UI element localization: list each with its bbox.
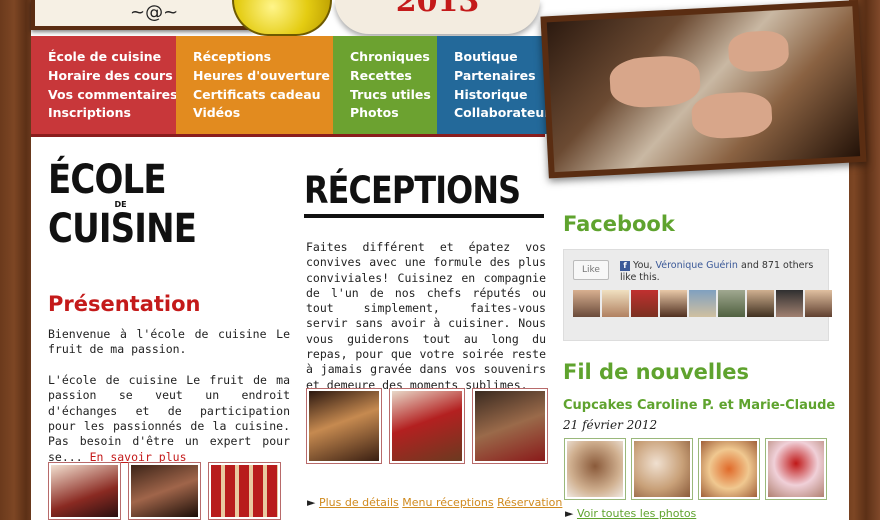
news-photo-1[interactable] bbox=[564, 438, 626, 500]
bullet-arrow-icon: ► bbox=[565, 507, 574, 520]
receptions-thumb-3[interactable] bbox=[472, 388, 548, 464]
news-item-date: 21 février 2012 bbox=[563, 418, 658, 432]
plus-de-details-link[interactable]: Plus de détails bbox=[319, 496, 399, 509]
news-photo-thumbnails bbox=[564, 438, 827, 500]
year-badge: 2013 bbox=[335, 0, 540, 34]
receptions-thumb-2[interactable] bbox=[389, 388, 465, 464]
facebook-avatars bbox=[573, 290, 832, 317]
facebook-icon: f bbox=[620, 260, 630, 271]
nav-chroniques[interactable]: Chroniques bbox=[350, 48, 437, 67]
hand-shape bbox=[727, 29, 790, 73]
receptions-logo[interactable]: RÉCEPTIONS bbox=[304, 168, 546, 218]
nav-inscriptions[interactable]: Inscriptions bbox=[48, 104, 176, 123]
nav-collaborateurs[interactable]: Collaborateurs bbox=[454, 104, 558, 123]
menu-receptions-link[interactable]: Menu réceptions bbox=[402, 496, 493, 509]
logo-ecole-text: ÉCOLE bbox=[48, 157, 167, 203]
receptions-logo-text: RÉCEPTIONS bbox=[304, 169, 521, 212]
nav-partenaires[interactable]: Partenaires bbox=[454, 67, 547, 86]
avatar[interactable] bbox=[689, 290, 716, 317]
nav-heures-ouverture[interactable]: Heures d'ouverture bbox=[193, 67, 333, 86]
main-navigation: École de cuisine Horaire des cours Vos c… bbox=[31, 36, 558, 134]
presentation-para-2: L'école de cuisine Le fruit de ma passio… bbox=[48, 373, 290, 465]
news-feed-heading: Fil de nouvelles bbox=[563, 360, 750, 384]
news-photo-4[interactable] bbox=[765, 438, 827, 500]
nav-boutique[interactable]: Boutique bbox=[454, 48, 547, 67]
receptions-thumb-1[interactable] bbox=[306, 388, 382, 464]
nav-historique[interactable]: Historique bbox=[454, 86, 547, 105]
bullet-arrow-icon: ► bbox=[307, 496, 316, 509]
avatar[interactable] bbox=[660, 290, 687, 317]
hand-shape bbox=[608, 54, 702, 110]
logo-sign[interactable]: ~@~ bbox=[31, 0, 254, 30]
ecole-thumb-1[interactable] bbox=[48, 462, 121, 520]
header-cooking-photo bbox=[540, 0, 867, 179]
presentation-text: Bienvenue à l'école de cuisine Le fruit … bbox=[48, 327, 290, 465]
news-photo-2[interactable] bbox=[631, 438, 693, 500]
avatar[interactable] bbox=[747, 290, 774, 317]
avatar[interactable] bbox=[718, 290, 745, 317]
facebook-like-summary: f You, Véronique Guérin and 871 others l… bbox=[620, 260, 820, 284]
presentation-para-1: Bienvenue à l'école de cuisine Le fruit … bbox=[48, 327, 290, 357]
nav-photos[interactable]: Photos bbox=[350, 104, 437, 123]
nav-receptions[interactable]: Réceptions bbox=[193, 48, 333, 67]
swirl-ornament-icon: ~@~ bbox=[130, 2, 179, 23]
all-photos-link-row: ► Voir toutes les photos bbox=[565, 507, 696, 520]
nav-vos-commentaires[interactable]: Vos commentaires bbox=[48, 86, 178, 105]
ecole-de-cuisine-logo[interactable]: ÉCOLE DE CUISINE bbox=[48, 160, 198, 249]
nav-column-3: Chroniques Recettes Trucs utiles Photos bbox=[333, 36, 437, 134]
avatar[interactable] bbox=[805, 290, 832, 317]
liker-name-link[interactable]: Véronique Guérin bbox=[655, 260, 738, 271]
nav-certificats-cadeau[interactable]: Certificats cadeau bbox=[193, 86, 333, 105]
nav-bottom-border bbox=[31, 134, 545, 137]
nav-column-1: École de cuisine Horaire des cours Vos c… bbox=[31, 36, 178, 134]
news-item-title-link[interactable]: Cupcakes Caroline P. et Marie-Claude bbox=[563, 398, 835, 413]
ecole-thumb-2[interactable] bbox=[128, 462, 201, 520]
hand-shape bbox=[690, 90, 773, 140]
avatar[interactable] bbox=[602, 290, 629, 317]
receptions-thumbnails bbox=[306, 388, 548, 464]
year-text: 2013 bbox=[395, 0, 480, 19]
receptions-logo-underline bbox=[304, 214, 544, 218]
ecole-thumbnails bbox=[48, 462, 281, 520]
nav-videos[interactable]: Vidéos bbox=[193, 104, 333, 123]
nav-trucs-utiles[interactable]: Trucs utiles bbox=[350, 86, 437, 105]
avatar[interactable] bbox=[573, 290, 600, 317]
cooking-hands-image bbox=[546, 6, 861, 173]
nav-horaire-des-cours[interactable]: Horaire des cours bbox=[48, 67, 176, 86]
nav-column-2: Réceptions Heures d'ouverture Certificat… bbox=[176, 36, 333, 134]
like-prefix: You, bbox=[633, 260, 653, 271]
avatar[interactable] bbox=[631, 290, 658, 317]
nav-recettes[interactable]: Recettes bbox=[350, 67, 437, 86]
facebook-like-box: Like f You, Véronique Guérin and 871 oth… bbox=[563, 249, 832, 341]
ecole-thumb-3[interactable] bbox=[208, 462, 281, 520]
logo-cuisine-text: CUISINE bbox=[48, 206, 197, 252]
voir-toutes-les-photos-link[interactable]: Voir toutes les photos bbox=[577, 507, 696, 520]
receptions-text: Faites différent et épatez vos convives … bbox=[306, 240, 546, 392]
news-photo-3[interactable] bbox=[698, 438, 760, 500]
avatar[interactable] bbox=[776, 290, 803, 317]
presentation-heading: Présentation bbox=[48, 292, 201, 316]
nav-ecole-de-cuisine[interactable]: École de cuisine bbox=[48, 48, 176, 67]
facebook-heading: Facebook bbox=[563, 212, 675, 236]
receptions-links: ► Plus de détails Menu réceptions Réserv… bbox=[307, 496, 562, 509]
nav-column-4: Boutique Partenaires Historique Collabor… bbox=[437, 36, 558, 134]
facebook-like-button[interactable]: Like bbox=[573, 260, 609, 280]
reservation-link[interactable]: Réservation bbox=[497, 496, 562, 509]
